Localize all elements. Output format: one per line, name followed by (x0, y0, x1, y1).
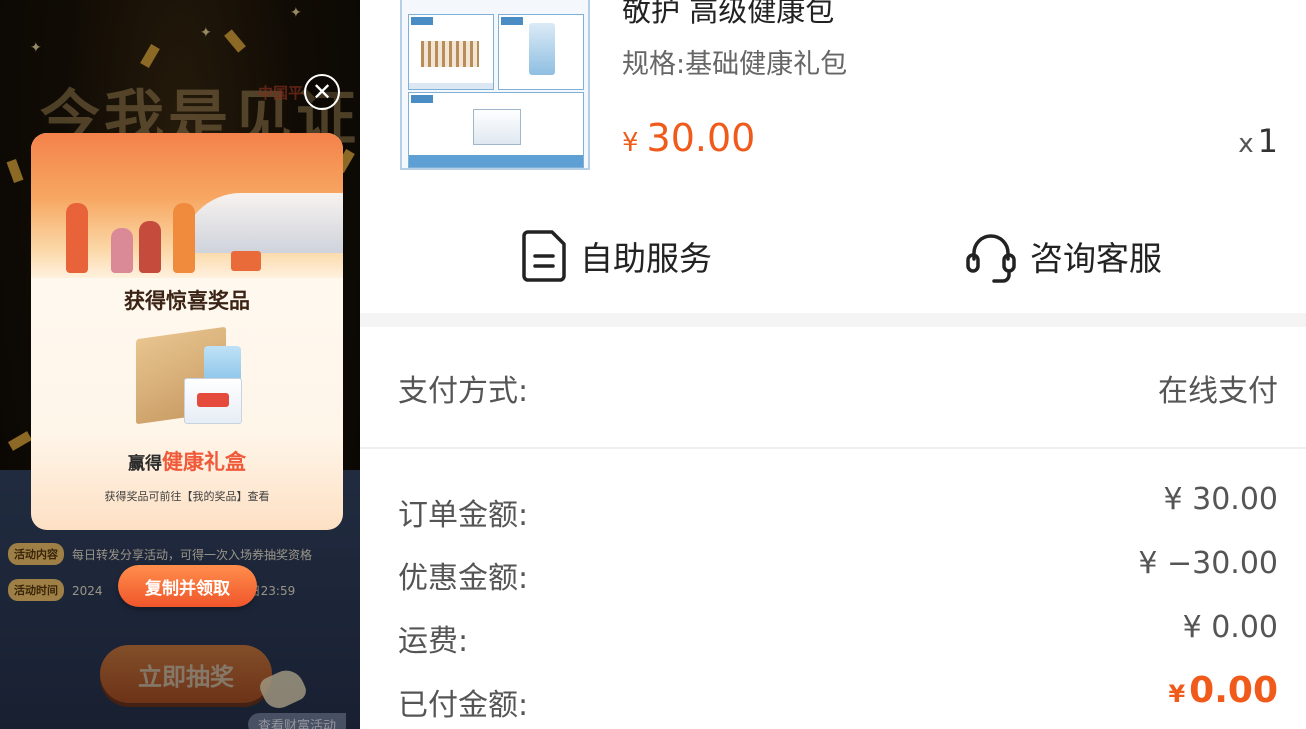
image-tag (411, 17, 433, 25)
payment-method-value: 在线支付 (1158, 374, 1278, 409)
price-value: 30.00 (646, 116, 756, 160)
currency-symbol: ¥ (622, 128, 639, 158)
customer-service-button[interactable]: 咨询客服 (964, 228, 1162, 284)
prize-modal: 获得惊喜奖品 赢得健康礼盒 获得奖品可前往【我的奖品】查看 (31, 133, 343, 530)
customer-service-label: 咨询客服 (1030, 239, 1162, 278)
product-image-cell (408, 92, 584, 168)
character (66, 203, 88, 273)
character (139, 221, 161, 273)
section-divider (360, 313, 1306, 327)
image-tag (411, 95, 433, 103)
self-service-button[interactable]: 自助服务 (520, 228, 712, 284)
paid-amount-label: 已付金额: (398, 688, 529, 723)
prize-bandage-image (184, 378, 242, 424)
product-image-cell (408, 14, 494, 90)
headset-icon (966, 234, 1016, 283)
document-icon (522, 230, 566, 282)
win-prize-name: 健康礼盒 (162, 450, 246, 474)
product-bandage-image (473, 109, 521, 145)
product-swab-image (421, 41, 479, 67)
shipping-value: ¥ 0.00 (1182, 610, 1278, 645)
product-quantity: x1 (1238, 122, 1278, 160)
paid-amount-number: 0.00 (1189, 670, 1278, 711)
currency-symbol: ¥ (1168, 680, 1186, 708)
paid-amount-value: ¥0.00 (1168, 670, 1278, 711)
section-divider (360, 447, 1306, 449)
character (111, 228, 133, 273)
image-strip (409, 83, 493, 89)
order-detail: 敬护 高级健康包 规格:基础健康礼包 ¥30.00 x1 自助服务 咨询客服 支… (360, 0, 1306, 729)
modal-title: 获得惊喜奖品 (124, 289, 250, 313)
product-image[interactable] (400, 0, 590, 170)
discount-value: ¥ −30.00 (1138, 546, 1278, 581)
close-icon[interactable]: ✕ (304, 74, 340, 110)
product-name[interactable]: 敬护 高级健康包 (622, 0, 834, 30)
self-service-label: 自助服务 (580, 239, 712, 278)
order-amount-label: 订单金额: (398, 498, 529, 533)
shipping-label: 运费: (398, 624, 469, 659)
copy-and-claim-button[interactable]: 复制并领取 (118, 565, 257, 607)
win-message: 赢得健康礼盒 (31, 446, 343, 476)
payment-method-label: 支付方式: (398, 374, 529, 409)
product-image-cell (498, 14, 584, 90)
product-pack-image (529, 23, 555, 75)
train-illustration (181, 193, 343, 253)
product-spec: 规格:基础健康礼包 (622, 49, 848, 80)
image-strip (409, 155, 583, 167)
modal-banner-image (31, 133, 343, 278)
modal-note: 获得奖品可前往【我的奖品】查看 (104, 490, 270, 503)
character (173, 203, 195, 273)
quantity-value: 1 (1257, 122, 1278, 160)
quantity-prefix: x (1238, 129, 1254, 159)
order-amount-value: ¥ 30.00 (1163, 482, 1278, 517)
promo-panel: ✦ ✦ ✦ 今我是见证 中国平 活动内容 每日转发分享活动，可得一次入场券抽奖资… (0, 0, 360, 729)
gift-box (231, 251, 261, 271)
win-prefix: 赢得 (128, 454, 162, 474)
image-tag (501, 17, 523, 25)
discount-label: 优惠金额: (398, 561, 529, 596)
product-price: ¥30.00 (622, 116, 755, 160)
